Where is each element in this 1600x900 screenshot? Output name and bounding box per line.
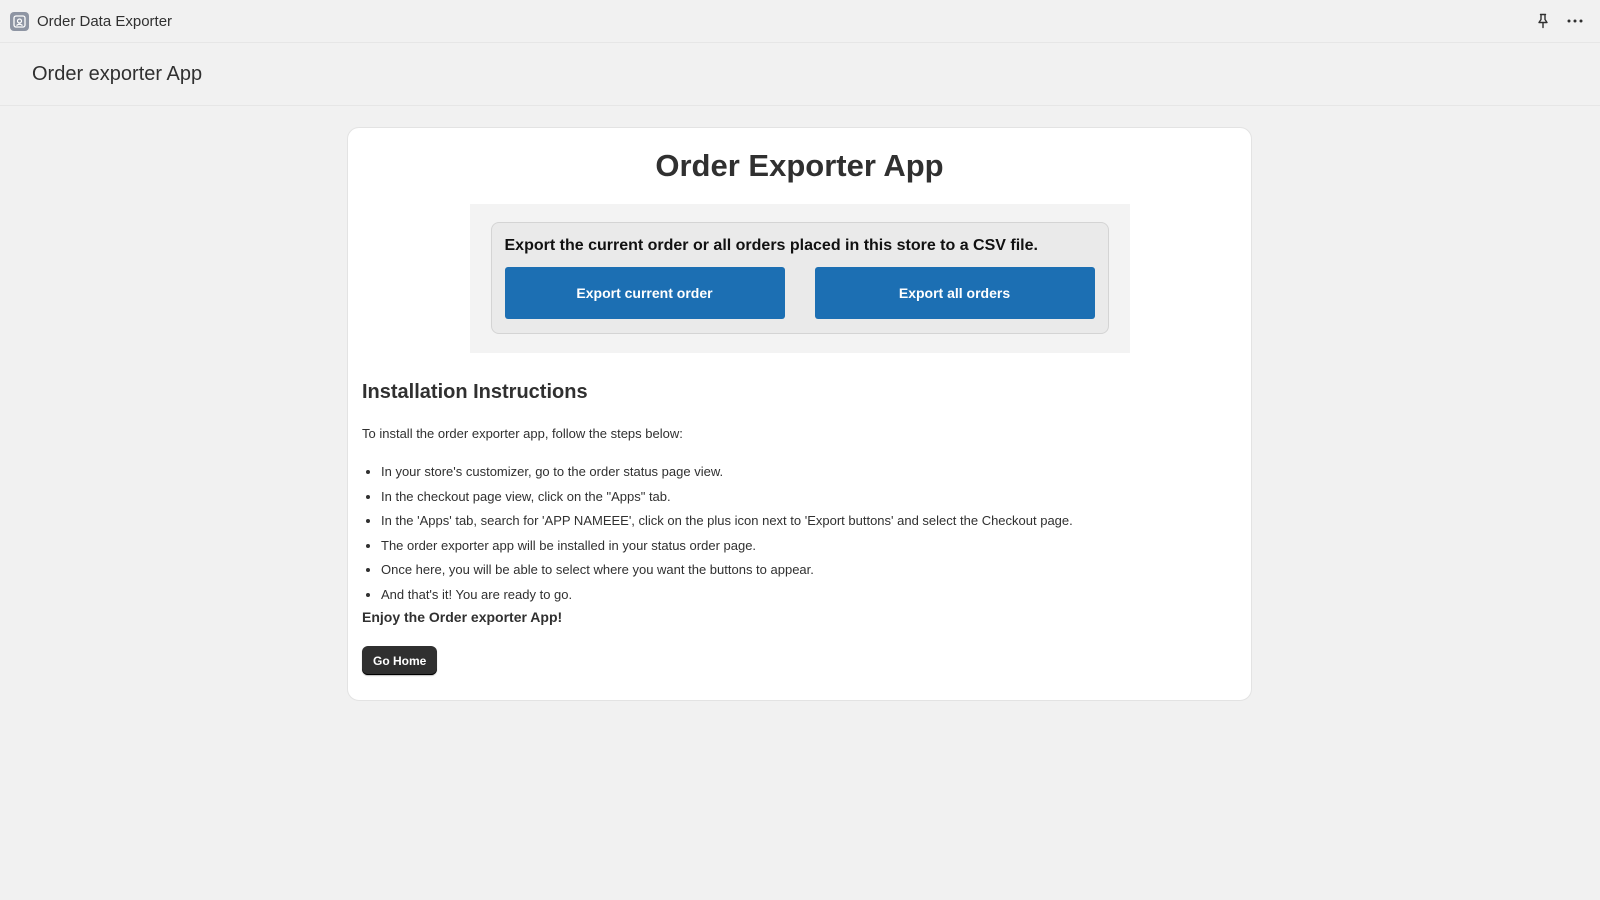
export-all-orders-button[interactable]: Export all orders bbox=[814, 267, 1095, 319]
card-heading: Order Exporter App bbox=[655, 148, 944, 183]
list-item: The order exporter app will be installed… bbox=[381, 534, 1237, 559]
installation-heading: Installation Instructions bbox=[362, 381, 588, 403]
list-item: And that's it! You are ready to go. bbox=[381, 583, 1237, 608]
title-bar: Order Data Exporter bbox=[0, 0, 1600, 43]
go-home-button[interactable]: Go Home bbox=[362, 646, 438, 675]
list-item: In the 'Apps' tab, search for 'APP NAMEE… bbox=[381, 509, 1237, 534]
list-item: In the checkout page view, click on the … bbox=[381, 485, 1237, 510]
list-item: In your store's customizer, go to the or… bbox=[381, 460, 1237, 485]
export-current-order-button[interactable]: Export current order bbox=[504, 267, 785, 319]
list-item: Once here, you will be able to select wh… bbox=[381, 558, 1237, 583]
app-icon bbox=[10, 11, 29, 31]
export-panel: Export the current order or all orders p… bbox=[469, 204, 1130, 353]
page-title: Order exporter App bbox=[32, 62, 203, 85]
export-description: Export the current order or all orders p… bbox=[504, 237, 1038, 254]
more-icon[interactable] bbox=[1564, 10, 1586, 32]
installation-steps: In your store's customizer, go to the or… bbox=[362, 460, 1237, 607]
enjoy-message: Enjoy the Order exporter App! bbox=[362, 609, 563, 625]
page-header: Order exporter App bbox=[0, 43, 1600, 106]
export-box: Export the current order or all orders p… bbox=[490, 222, 1109, 334]
export-button-row: Export current order Export all orders bbox=[504, 267, 1095, 319]
main-card: Order Exporter App Export the current or… bbox=[347, 127, 1252, 701]
window-title: Order Data Exporter bbox=[37, 12, 173, 30]
pin-icon[interactable] bbox=[1532, 10, 1554, 32]
installation-intro: To install the order exporter app, follo… bbox=[362, 426, 683, 441]
